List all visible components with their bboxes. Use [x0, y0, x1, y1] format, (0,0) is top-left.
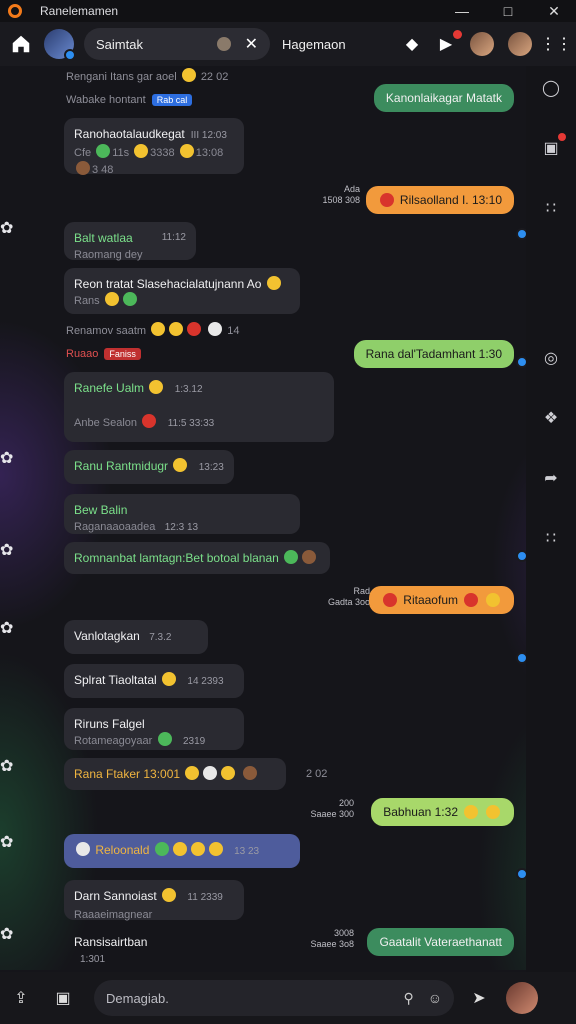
list-item: ✿ Romnanbat lamtagn:Bet botoal blanan	[0, 540, 526, 574]
verified-badge-icon	[516, 868, 526, 880]
image-icon[interactable]: ▣	[52, 987, 74, 1009]
incoming-bubble[interactable]: Ranu Rantmidugr 13:23	[64, 450, 234, 484]
outgoing-bubble[interactable]: Gaatalit Vateraethanatt	[367, 928, 514, 956]
window-title: Ranelemamen	[40, 4, 119, 18]
play-icon[interactable]: ▶	[436, 30, 462, 54]
mic-icon[interactable]: ⚲	[403, 990, 413, 1007]
incoming-bubble[interactable]: Ransisairtban 1:301	[64, 926, 186, 965]
outgoing-bubble[interactable]: Rana dal'Tadamhant 1:30	[353, 340, 514, 368]
verified-badge-icon	[516, 550, 526, 562]
search-value: Saimtak	[96, 36, 143, 52]
incoming-bubble[interactable]: Romnanbat lamtagn:Bet botoal blanan	[64, 542, 330, 574]
reaction-icon: ✿	[0, 758, 14, 775]
list-item: ✿ Reloonald 13 23	[0, 832, 526, 868]
send-icon[interactable]: ➤	[468, 987, 490, 1009]
record-icon[interactable]: ◎	[539, 346, 563, 370]
window-controls: — □ ✕	[454, 3, 568, 20]
reaction-icon: ✿	[0, 220, 14, 237]
chat-header: Saimtak ✕ Hagemaon ◆ ▶ ⋮⋮	[0, 22, 576, 66]
incoming-bubble[interactable]: Rana Ftaker 13:001	[64, 758, 286, 790]
minimize-icon[interactable]: —	[454, 3, 470, 20]
verified-badge-icon	[516, 652, 526, 664]
member-avatar[interactable]	[470, 32, 494, 56]
header-actions: ◆ ▶ ⋮⋮	[402, 30, 572, 56]
message-input[interactable]: Demagiab. ⚲ ☺	[94, 980, 454, 1016]
message-meta: 2 02	[306, 768, 328, 780]
message-meta: 200 Saaee 300	[310, 798, 354, 819]
diamond-icon[interactable]: ◆	[402, 34, 422, 54]
settings-icon[interactable]: ◯	[539, 76, 563, 100]
search-avatar	[216, 37, 231, 51]
incoming-bubble[interactable]: Splrat Tiaoltatal 14 2393	[64, 664, 244, 698]
notification-dot	[453, 30, 462, 39]
emoji-icon[interactable]: ☺	[428, 990, 442, 1007]
composer-bar: ⇪ ▣ Demagiab. ⚲ ☺ ➤	[0, 972, 576, 1024]
system-line: Ruaao Faniss	[66, 348, 141, 360]
message-text: Rengani Itans gar aoel 22 02	[66, 68, 228, 83]
list-item: ✿ Vanlotagkan 7.3.2	[0, 618, 526, 654]
incoming-bubble[interactable]: Vanlotagkan 7.3.2	[64, 620, 208, 654]
incoming-bubble[interactable]: Ranefe Ualm 1:3.12 Anbe Sealon 11:5 33:3…	[64, 372, 334, 442]
system-line: Wabake hontant Rab cal	[66, 94, 193, 106]
attach-icon[interactable]: ⇪	[10, 987, 32, 1009]
notification-dot	[558, 133, 566, 141]
grid-icon[interactable]: ∷	[539, 196, 563, 220]
reaction-icon: ✿	[0, 542, 14, 559]
list-item: ✿ Balt watlaa 11:12 Raomang dey	[0, 218, 526, 261]
outgoing-bubble[interactable]: Ritaaofum	[369, 586, 514, 614]
app-logo-icon	[8, 4, 22, 18]
list-item: ✿ Rana Ftaker 13:001 2 02	[0, 756, 526, 790]
message-text: Renamov saatm 14	[66, 322, 240, 337]
incoming-bubble[interactable]: Reloonald 13 23	[64, 834, 300, 868]
composer-right: ➤	[468, 982, 538, 1014]
outgoing-bubble[interactable]: Babhuan 1:32	[371, 798, 514, 826]
reaction-icon: ✿	[0, 450, 14, 467]
message-meta: Ada 1508 308	[322, 184, 360, 205]
verified-badge-icon	[516, 356, 526, 368]
dots-icon[interactable]: ∷	[539, 526, 563, 550]
home-icon[interactable]	[10, 33, 32, 55]
outgoing-bubble[interactable]: Kanonlaikagar Matatk	[373, 84, 514, 112]
list-item: ✿ Ranu Rantmidugr 13:23	[0, 448, 526, 484]
message-meta: Rad Gadta 3oo	[327, 586, 370, 607]
incoming-bubble[interactable]: Balt watlaa 11:12 Raomang dey	[64, 222, 196, 261]
more-grid-icon[interactable]: ⋮⋮	[540, 34, 572, 54]
maximize-icon[interactable]: □	[500, 3, 516, 20]
reaction-icon: ✿	[0, 834, 14, 851]
gift-icon[interactable]: ❖	[539, 406, 563, 430]
reaction-icon: ✿	[0, 926, 14, 943]
close-icon[interactable]: ✕	[546, 3, 562, 20]
outgoing-bubble[interactable]: Rilsaolland I. 13:10	[365, 186, 514, 214]
window-titlebar: Ranelemamen — □ ✕	[0, 0, 576, 22]
incoming-bubble[interactable]: Reon tratat Slasehacialatujnann Ao Rans	[64, 268, 300, 314]
search-input[interactable]: Saimtak ✕	[84, 28, 270, 60]
incoming-bubble[interactable]: Riruns Falgel Rotameagoyaar 2319	[64, 708, 244, 750]
message-meta: 3008 Saaee 3o8	[310, 928, 354, 949]
list-item: ✿ Ransisairtban 1:301 3008 Saaee 3o8 Gaat…	[0, 924, 526, 965]
avatar[interactable]	[44, 29, 76, 61]
right-rail: ◯ ▣ ∷ ◎ ❖ ➦ ∷	[526, 66, 576, 976]
chat-title: Hagemaon	[282, 36, 346, 52]
clear-search-icon[interactable]: ✕	[245, 34, 258, 54]
incoming-bubble[interactable]: Ranohaotalaudkegat III 12:03 Cfe 11s 3338…	[64, 118, 244, 176]
inbox-icon[interactable]: ▣	[539, 133, 566, 160]
incoming-bubble[interactable]: Darn Sannoiast 11 2339 Raaaeimagnear	[64, 880, 244, 921]
message-list[interactable]: Rengani Itans gar aoel 22 02 Kanonlaikag…	[0, 66, 526, 972]
incoming-bubble[interactable]: Bew Balin Raganaaoaadea 12:3 13	[64, 494, 300, 534]
my-avatar[interactable]	[506, 982, 538, 1014]
member-avatar-2[interactable]	[508, 32, 532, 56]
verified-badge-icon	[64, 49, 76, 61]
verified-badge-icon	[516, 228, 526, 240]
message-placeholder: Demagiab.	[106, 990, 169, 1006]
reaction-icon: ✿	[0, 620, 14, 637]
composer-actions: ⚲ ☺	[403, 990, 442, 1007]
share-icon[interactable]: ➦	[539, 466, 563, 490]
